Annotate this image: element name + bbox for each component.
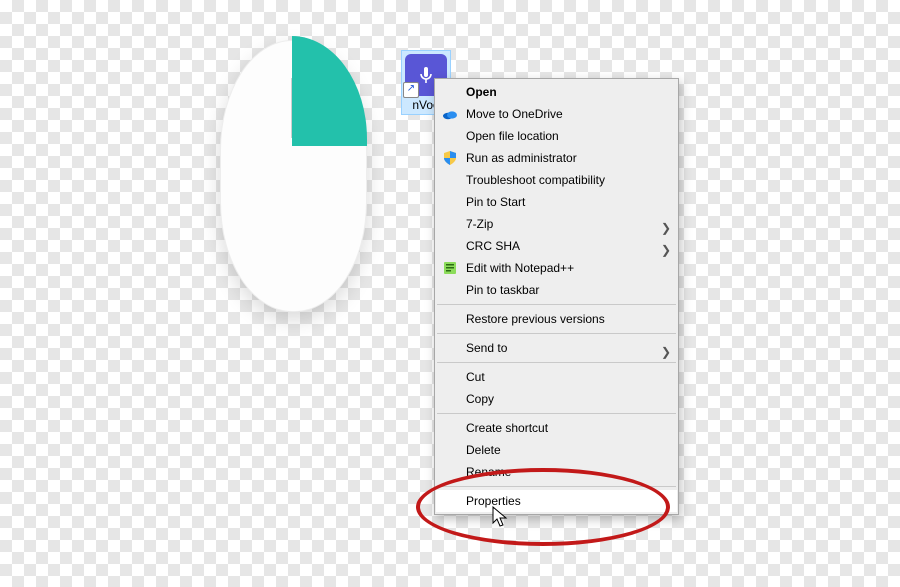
menu-item-7zip[interactable]: 7-Zip ❯ xyxy=(436,213,677,235)
menu-item-send-to[interactable]: Send to ❯ xyxy=(436,337,677,359)
onedrive-icon xyxy=(442,106,458,122)
menu-item-cut[interactable]: Cut xyxy=(436,366,677,388)
menu-item-restore-previous[interactable]: Restore previous versions xyxy=(436,308,677,330)
menu-item-troubleshoot[interactable]: Troubleshoot compatibility xyxy=(436,169,677,191)
menu-item-properties[interactable]: Properties xyxy=(436,490,677,512)
menu-item-edit-notepadpp[interactable]: Edit with Notepad++ xyxy=(436,257,677,279)
menu-item-move-to-onedrive[interactable]: Move to OneDrive xyxy=(436,103,677,125)
shield-icon xyxy=(442,150,458,166)
menu-item-rename[interactable]: Rename xyxy=(436,461,677,483)
menu-item-create-shortcut[interactable]: Create shortcut xyxy=(436,417,677,439)
menu-separator xyxy=(437,362,676,363)
menu-separator xyxy=(437,413,676,414)
menu-item-pin-to-taskbar[interactable]: Pin to taskbar xyxy=(436,279,677,301)
menu-item-run-as-admin[interactable]: Run as administrator xyxy=(436,147,677,169)
menu-item-open-file-location[interactable]: Open file location xyxy=(436,125,677,147)
menu-item-copy[interactable]: Copy xyxy=(436,388,677,410)
notepadpp-icon xyxy=(442,260,458,276)
menu-separator xyxy=(437,304,676,305)
menu-separator xyxy=(437,486,676,487)
menu-item-pin-to-start[interactable]: Pin to Start xyxy=(436,191,677,213)
mouse-graphic xyxy=(220,40,365,320)
context-menu: Open Move to OneDrive Open file location… xyxy=(434,78,679,515)
shortcut-overlay-icon: ↗ xyxy=(403,82,419,98)
chevron-right-icon: ❯ xyxy=(661,341,671,363)
menu-item-crc-sha[interactable]: CRC SHA ❯ xyxy=(436,235,677,257)
menu-item-open[interactable]: Open xyxy=(436,81,677,103)
menu-separator xyxy=(437,333,676,334)
menu-item-delete[interactable]: Delete xyxy=(436,439,677,461)
